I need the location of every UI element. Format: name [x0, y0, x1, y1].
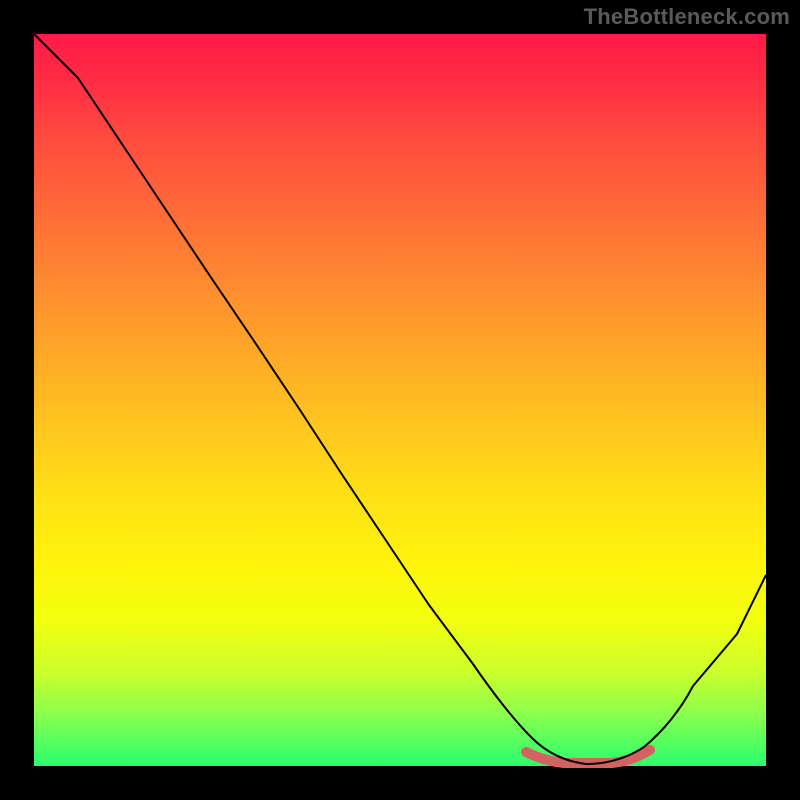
chart-container: TheBottleneck.com [0, 0, 800, 800]
watermark-text: TheBottleneck.com [584, 4, 790, 30]
plot-area [34, 34, 766, 766]
optimal-range-highlight [526, 750, 650, 763]
curve-layer [34, 34, 766, 766]
bottleneck-curve-line [34, 34, 766, 764]
